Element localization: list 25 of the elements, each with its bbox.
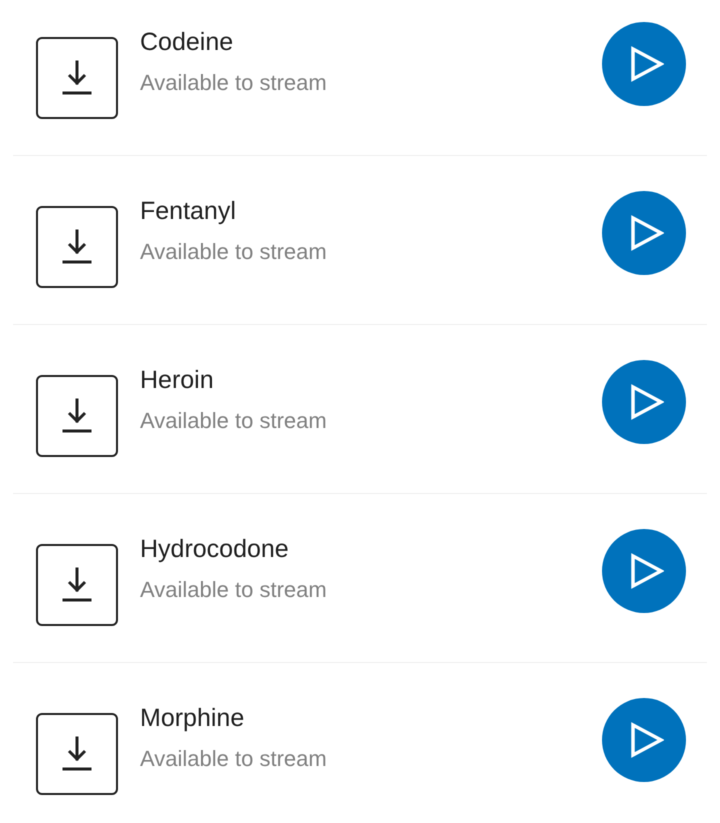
play-icon (630, 46, 664, 82)
play-icon (630, 722, 664, 758)
download-icon (62, 398, 92, 434)
play-icon (630, 215, 664, 251)
track-title: Hydrocodone (140, 534, 290, 564)
stream-status: Available to stream (140, 745, 327, 773)
download-icon (62, 60, 92, 96)
stream-status: Available to stream (140, 69, 327, 97)
track-title: Codeine (140, 27, 234, 57)
download-button[interactable] (36, 37, 118, 119)
track-title: Morphine (140, 703, 246, 733)
stream-status: Available to stream (140, 238, 327, 266)
download-button[interactable] (36, 206, 118, 288)
stream-status: Available to stream (140, 407, 327, 435)
stream-status: Available to stream (140, 576, 327, 604)
play-icon (630, 384, 664, 420)
download-icon (62, 567, 92, 603)
play-icon (630, 553, 664, 589)
track-title: Heroin (140, 365, 215, 395)
download-button[interactable] (36, 544, 118, 626)
track-title: Fentanyl (140, 196, 237, 226)
download-button[interactable] (36, 713, 118, 795)
download-icon (62, 736, 92, 772)
download-icon (62, 229, 92, 265)
download-button[interactable] (36, 375, 118, 457)
